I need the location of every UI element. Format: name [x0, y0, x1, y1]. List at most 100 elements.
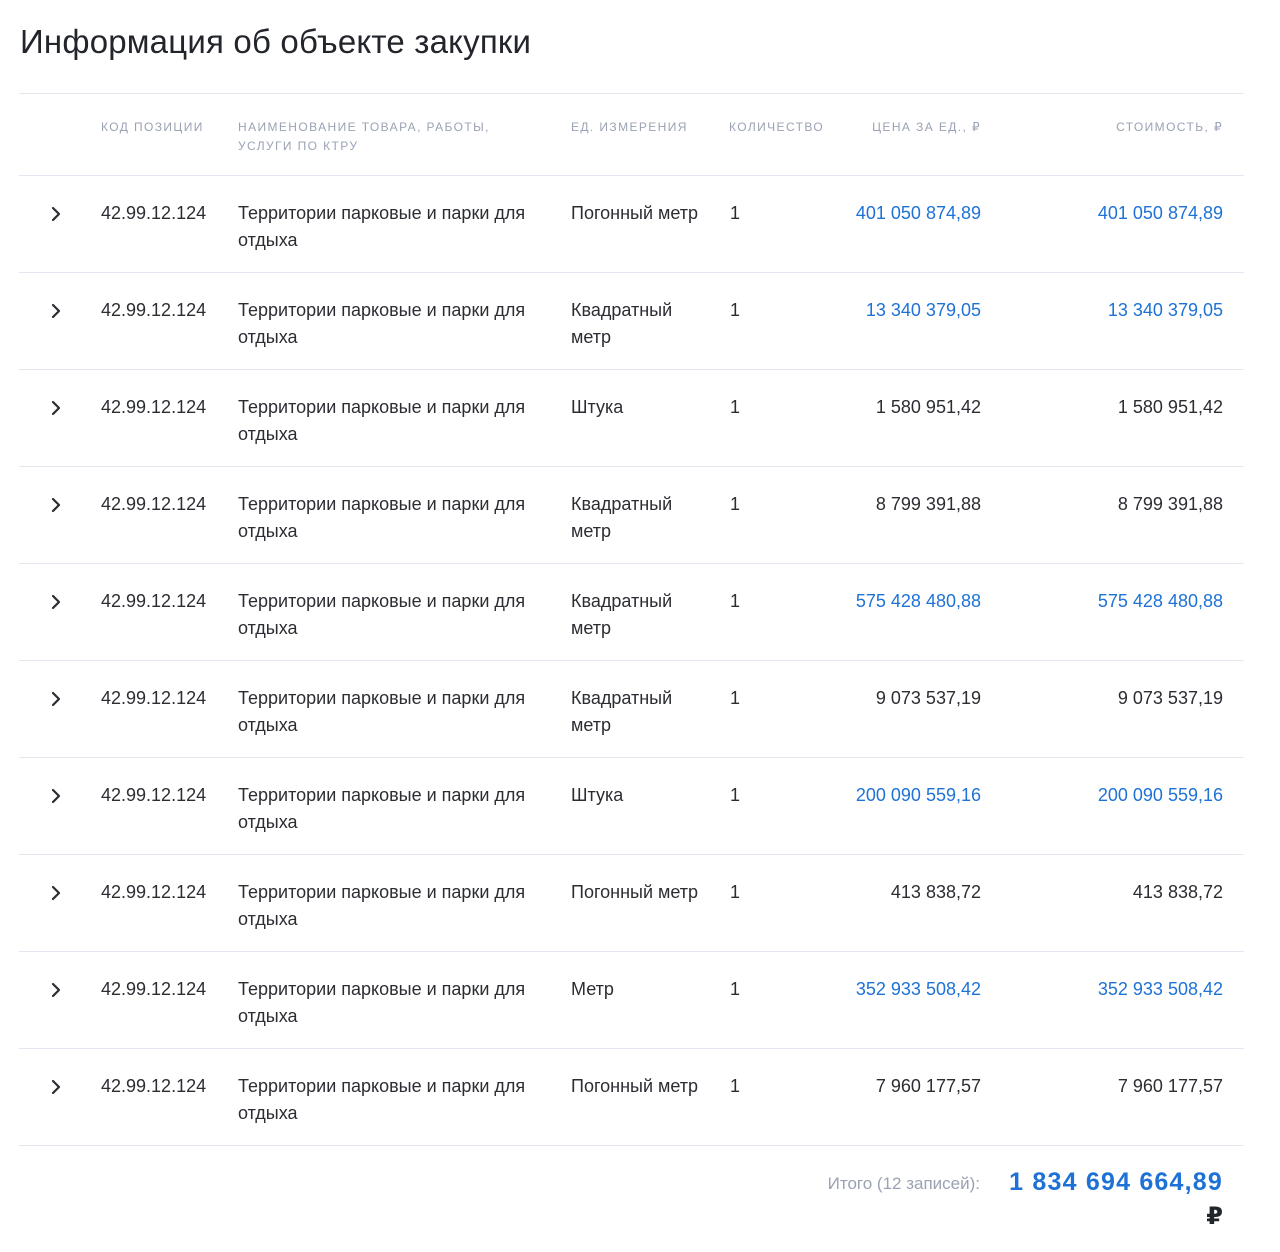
cell-quantity: 1: [730, 591, 741, 611]
chevron-right-icon: [51, 982, 61, 998]
cell-unit: Квадратный метр: [571, 591, 673, 638]
chevron-right-icon: [51, 788, 61, 804]
expand-row-button[interactable]: [44, 299, 68, 323]
cell-name: Территории парковые и парки для отдыха: [238, 300, 526, 347]
table-row[interactable]: 42.99.12.124 Территории парковые и парки …: [19, 758, 1244, 855]
cell-unit: Штука: [571, 785, 624, 805]
cell-total-cost[interactable]: 401 050 874,89: [1019, 200, 1223, 227]
cell-name: Территории парковые и парки для отдыха: [238, 397, 526, 444]
expand-row-button[interactable]: [44, 1075, 68, 1099]
cell-code: 42.99.12.124: [101, 979, 207, 999]
header-code: КОД ПОЗИЦИИ: [101, 120, 204, 134]
table-row[interactable]: 42.99.12.124 Территории парковые и парки …: [19, 273, 1244, 370]
cell-unit-price: 8 799 391,88: [875, 494, 981, 514]
expand-row-button[interactable]: [44, 881, 68, 905]
cell-code: 42.99.12.124: [101, 494, 207, 514]
summary-label: Итого (12 записей):: [827, 1174, 980, 1193]
header-total-cost: СТОИМОСТЬ, ₽: [1116, 120, 1223, 134]
cell-total-cost: 9 073 537,19: [1117, 688, 1223, 708]
cell-total-cost[interactable]: 352 933 508,42: [1019, 976, 1223, 1003]
table-row[interactable]: 42.99.12.124 Территории парковые и парки …: [19, 952, 1244, 1049]
cell-unit-price[interactable]: 352 933 508,42: [779, 976, 981, 1003]
cell-total-cost[interactable]: 13 340 379,05: [1019, 297, 1223, 324]
cell-unit: Квадратный метр: [571, 494, 673, 541]
cell-code: 42.99.12.124: [101, 785, 207, 805]
cell-unit-price: 9 073 537,19: [875, 688, 981, 708]
chevron-right-icon: [51, 691, 61, 707]
header-name: НАИМЕНОВАНИЕ ТОВАРА, РАБОТЫ, УСЛУГИ ПО К…: [238, 120, 490, 153]
chevron-right-icon: [51, 303, 61, 319]
page-title: Информация об объекте закупки: [20, 23, 532, 60]
cell-unit: Квадратный метр: [571, 300, 673, 347]
chevron-right-icon: [51, 1079, 61, 1095]
cell-quantity: 1: [730, 494, 741, 514]
expand-row-button[interactable]: [44, 978, 68, 1002]
table-row[interactable]: 42.99.12.124 Территории парковые и парки …: [19, 855, 1244, 952]
chevron-right-icon: [51, 885, 61, 901]
expand-row-button[interactable]: [44, 687, 68, 711]
cell-unit-price[interactable]: 13 340 379,05: [779, 297, 981, 324]
expand-row-button[interactable]: [44, 396, 68, 420]
cell-code: 42.99.12.124: [101, 203, 207, 223]
cell-total-cost[interactable]: 575 428 480,88: [1019, 588, 1223, 615]
cell-name: Территории парковые и парки для отдыха: [238, 785, 526, 832]
cell-total-cost: 7 960 177,57: [1117, 1076, 1223, 1096]
cell-name: Территории парковые и парки для отдыха: [238, 882, 526, 929]
cell-quantity: 1: [730, 882, 741, 902]
summary-currency: ₽: [1206, 1203, 1223, 1230]
chevron-right-icon: [51, 206, 61, 222]
cell-unit: Штука: [571, 397, 624, 417]
cell-quantity: 1: [730, 1076, 741, 1096]
cell-unit: Погонный метр: [571, 882, 699, 902]
chevron-right-icon: [51, 400, 61, 416]
cell-unit: Погонный метр: [571, 203, 699, 223]
table-row[interactable]: 42.99.12.124 Территории парковые и парки …: [19, 564, 1244, 661]
cell-name: Территории парковые и парки для отдыха: [238, 979, 526, 1026]
summary-total-value: 1 834 694 664,89: [1009, 1168, 1223, 1196]
cell-total-cost[interactable]: 200 090 559,16: [1019, 782, 1223, 809]
chevron-right-icon: [51, 594, 61, 610]
table-row[interactable]: 42.99.12.124 Территории парковые и парки …: [19, 176, 1244, 273]
page: Информация об объекте закупки КОД ПОЗИЦИ…: [0, 0, 1280, 1252]
cell-name: Территории парковые и парки для отдыха: [238, 591, 526, 638]
table-body: 42.99.12.124 Территории парковые и парки …: [19, 176, 1244, 1146]
cell-unit: Погонный метр: [571, 1076, 699, 1096]
cell-code: 42.99.12.124: [101, 882, 207, 902]
table-header: КОД ПОЗИЦИИ НАИМЕНОВАНИЕ ТОВАРА, РАБОТЫ,…: [19, 94, 1244, 176]
cell-total-cost: 413 838,72: [1132, 882, 1223, 902]
cell-name: Территории парковые и парки для отдыха: [238, 688, 526, 735]
expand-row-button[interactable]: [44, 493, 68, 517]
cell-unit-price: 413 838,72: [890, 882, 981, 902]
cell-unit: Квадратный метр: [571, 688, 673, 735]
cell-unit-price[interactable]: 575 428 480,88: [779, 588, 981, 615]
cell-quantity: 1: [730, 397, 741, 417]
expand-row-button[interactable]: [44, 784, 68, 808]
cell-unit: Метр: [571, 979, 614, 999]
cell-unit-price: 1 580 951,42: [875, 397, 981, 417]
table-row[interactable]: 42.99.12.124 Территории парковые и парки …: [19, 661, 1244, 758]
summary: Итого (12 записей): 1 834 694 664,89 ₽: [19, 1160, 1244, 1240]
cell-quantity: 1: [730, 688, 741, 708]
cell-quantity: 1: [730, 785, 741, 805]
cell-name: Территории парковые и парки для отдыха: [238, 494, 526, 541]
cell-name: Территории парковые и парки для отдыха: [238, 203, 526, 250]
table-row[interactable]: 42.99.12.124 Территории парковые и парки …: [19, 370, 1244, 467]
cell-name: Территории парковые и парки для отдыха: [238, 1076, 526, 1123]
cell-code: 42.99.12.124: [101, 591, 207, 611]
cell-total-cost: 8 799 391,88: [1117, 494, 1223, 514]
expand-row-button[interactable]: [44, 202, 68, 226]
header-unit-price: ЦЕНА ЗА ЕД., ₽: [872, 120, 981, 134]
cell-quantity: 1: [730, 203, 741, 223]
cell-code: 42.99.12.124: [101, 1076, 207, 1096]
table-row[interactable]: 42.99.12.124 Территории парковые и парки …: [19, 1049, 1244, 1146]
cell-unit-price: 7 960 177,57: [875, 1076, 981, 1096]
cell-quantity: 1: [730, 979, 741, 999]
cell-code: 42.99.12.124: [101, 300, 207, 320]
cell-code: 42.99.12.124: [101, 688, 207, 708]
cell-total-cost: 1 580 951,42: [1117, 397, 1223, 417]
cell-unit-price[interactable]: 200 090 559,16: [779, 782, 981, 809]
cell-unit-price[interactable]: 401 050 874,89: [779, 200, 981, 227]
header-unit: ЕД. ИЗМЕРЕНИЯ: [571, 120, 688, 134]
table-row[interactable]: 42.99.12.124 Территории парковые и парки …: [19, 467, 1244, 564]
expand-row-button[interactable]: [44, 590, 68, 614]
